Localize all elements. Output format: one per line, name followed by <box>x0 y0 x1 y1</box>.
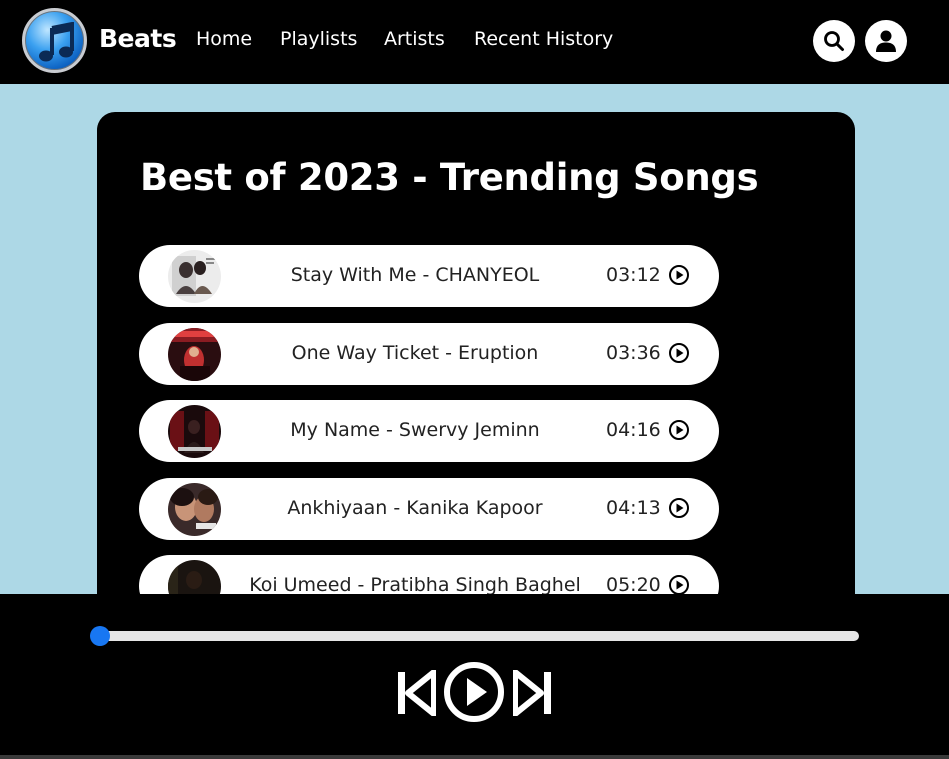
nav-recent-history[interactable]: Recent History <box>474 28 613 50</box>
song-title: My Name - Swervy Jeminn <box>290 419 540 441</box>
album-cover <box>168 250 221 303</box>
play-circle-icon[interactable] <box>668 574 690 596</box>
song-title: Ankhiyaan - Kanika Kapoor <box>287 497 543 519</box>
song-duration: 05:20 <box>606 574 661 596</box>
song-duration: 03:12 <box>606 264 661 286</box>
playlist-title: Best of 2023 - Trending Songs <box>140 156 759 199</box>
play-circle-icon[interactable] <box>668 419 690 441</box>
song-duration: 03:36 <box>606 342 661 364</box>
player-bar <box>0 594 949 759</box>
album-cover <box>168 328 221 381</box>
search-icon <box>824 31 844 51</box>
song-title: Stay With Me - CHANYEOL <box>290 264 540 286</box>
play-circle-icon[interactable] <box>668 264 690 286</box>
user-button[interactable] <box>865 20 907 62</box>
nav-playlists[interactable]: Playlists <box>280 28 357 50</box>
song-row[interactable]: Stay With Me - CHANYEOL 03:12 <box>139 245 719 307</box>
user-icon <box>876 30 896 52</box>
bottom-strip <box>0 755 949 759</box>
song-title: Koi Umeed - Pratibha Singh Baghel <box>249 574 581 596</box>
music-note-icon <box>39 22 74 62</box>
song-row[interactable]: My Name - Swervy Jeminn 04:16 <box>139 400 719 462</box>
song-row[interactable]: Ankhiyaan - Kanika Kapoor 04:13 <box>139 478 719 540</box>
search-button[interactable] <box>813 20 855 62</box>
next-icon[interactable] <box>513 670 553 716</box>
navbar: Beats Home Playlists Artists Recent Hist… <box>0 0 949 84</box>
progress-bar[interactable] <box>90 626 859 646</box>
brand-name[interactable]: Beats <box>99 24 177 53</box>
nav-artists[interactable]: Artists <box>384 28 445 50</box>
playlist-card: Best of 2023 - Trending Songs Stay With … <box>97 112 855 617</box>
progress-thumb[interactable] <box>90 626 110 646</box>
app-logo[interactable] <box>22 8 87 73</box>
play-circle-icon[interactable] <box>668 342 690 364</box>
play-circle-icon[interactable] <box>668 497 690 519</box>
song-duration: 04:16 <box>606 419 661 441</box>
song-title: One Way Ticket - Eruption <box>291 342 539 364</box>
song-row[interactable]: One Way Ticket - Eruption 03:36 <box>139 323 719 385</box>
play-icon[interactable] <box>443 661 505 723</box>
album-cover <box>168 405 221 458</box>
previous-icon[interactable] <box>396 670 436 716</box>
nav-home[interactable]: Home <box>196 28 252 50</box>
song-duration: 04:13 <box>606 497 661 519</box>
album-cover <box>168 483 221 536</box>
